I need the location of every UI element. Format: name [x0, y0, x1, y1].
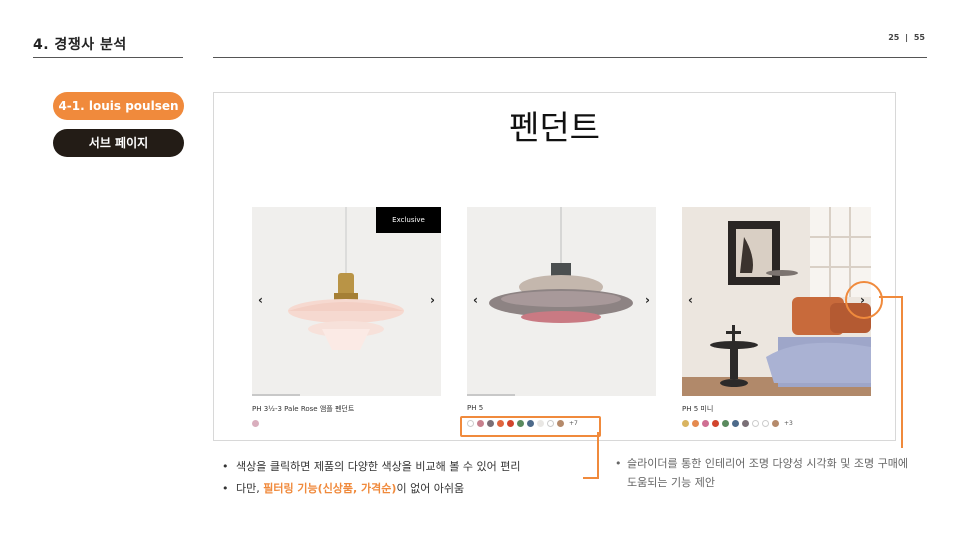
color-swatch[interactable] [742, 420, 749, 427]
color-swatches [252, 420, 441, 427]
slider-note-text: 슬라이더를 통한 인테리어 조명 다양성 시각화 및 조명 구매에 도움되는 기… [627, 457, 908, 489]
header-divider-left [33, 57, 183, 58]
image-scrubber[interactable] [467, 394, 515, 396]
product-image[interactable]: Exclusive ‹ › [252, 207, 441, 396]
lamp-illustration-2 [489, 207, 633, 323]
color-swatch[interactable] [712, 420, 719, 427]
note-bullet: • [615, 457, 622, 470]
next-arrow[interactable]: › [645, 293, 650, 307]
product-name[interactable]: PH 3½-3 Pale Rose 앰플 펜던트 [252, 404, 441, 414]
color-swatch[interactable] [732, 420, 739, 427]
slider-note: • 슬라이더를 통한 인테리어 조명 다양성 시각화 및 조명 구매에 도움되는… [615, 454, 917, 492]
color-swatch[interactable] [772, 420, 779, 427]
page-current: 25 [888, 33, 900, 42]
color-swatch[interactable] [722, 420, 729, 427]
color-swatch[interactable] [692, 420, 699, 427]
tab-sub-page[interactable]: 서브 페이지 [53, 129, 184, 157]
highlight-text: 필터링 기능(신상품, 가격순) [263, 482, 397, 495]
product-card[interactable]: ‹ › PH 5 +7 [467, 207, 656, 427]
product-name[interactable]: PH 5 [467, 404, 656, 414]
prev-arrow[interactable]: ‹ [473, 293, 478, 307]
color-swatch[interactable] [702, 420, 709, 427]
lamp-illustration-1 [288, 207, 404, 350]
prev-arrow[interactable]: ‹ [258, 293, 263, 307]
color-swatch[interactable] [252, 420, 259, 427]
interior-illustration [682, 207, 871, 396]
tab-louis-poulsen[interactable]: 4-1. louis poulsen [53, 92, 184, 120]
page-indicator: 25 | 55 [870, 33, 925, 42]
product-image[interactable]: ‹ › [682, 207, 871, 396]
more-colors-count[interactable]: +3 [784, 420, 793, 427]
swatch-callout-box [460, 416, 601, 437]
page-separator: | [905, 33, 909, 42]
panel-title: 펜던트 [508, 108, 601, 147]
color-swatch[interactable] [682, 420, 689, 427]
next-arrow[interactable]: › [430, 293, 435, 307]
callout-connector [879, 296, 903, 298]
product-name[interactable]: PH 5 미니 [682, 404, 871, 414]
color-swatch[interactable] [762, 420, 769, 427]
note-item: 색상을 클릭하면 제품의 다양한 색상을 비교해 볼 수 있어 편리 [220, 456, 520, 478]
page-total: 55 [913, 33, 925, 42]
notes-list: 색상을 클릭하면 제품의 다양한 색상을 비교해 볼 수 있어 편리 다만, 필… [220, 456, 520, 500]
callout-connector [901, 296, 903, 448]
callout-connector [597, 432, 599, 479]
color-swatch[interactable] [752, 420, 759, 427]
section-title: 4. 경쟁사 분석 [33, 37, 127, 53]
callout-connector [583, 477, 599, 479]
prev-arrow[interactable]: ‹ [688, 293, 693, 307]
product-image[interactable]: ‹ › [467, 207, 656, 396]
image-scrubber[interactable] [252, 394, 300, 396]
product-card[interactable]: Exclusive ‹ › PH 3½-3 Pale Rose 앰플 펜던트 [252, 207, 441, 427]
screenshot-panel: 펜던트 Exclusive ‹ › PH 3½-3 Pale Rose 앰플 펜… [213, 92, 896, 441]
slider-callout-circle [845, 281, 883, 319]
note-item: 다만, 필터링 기능(신상품, 가격순)이 없어 아쉬움 [220, 478, 520, 500]
exclusive-badge: Exclusive [376, 207, 441, 233]
product-card[interactable]: ‹ › PH 5 미니 +3 [682, 207, 871, 427]
header-divider-right [213, 57, 927, 58]
color-swatches: +3 [682, 420, 871, 427]
